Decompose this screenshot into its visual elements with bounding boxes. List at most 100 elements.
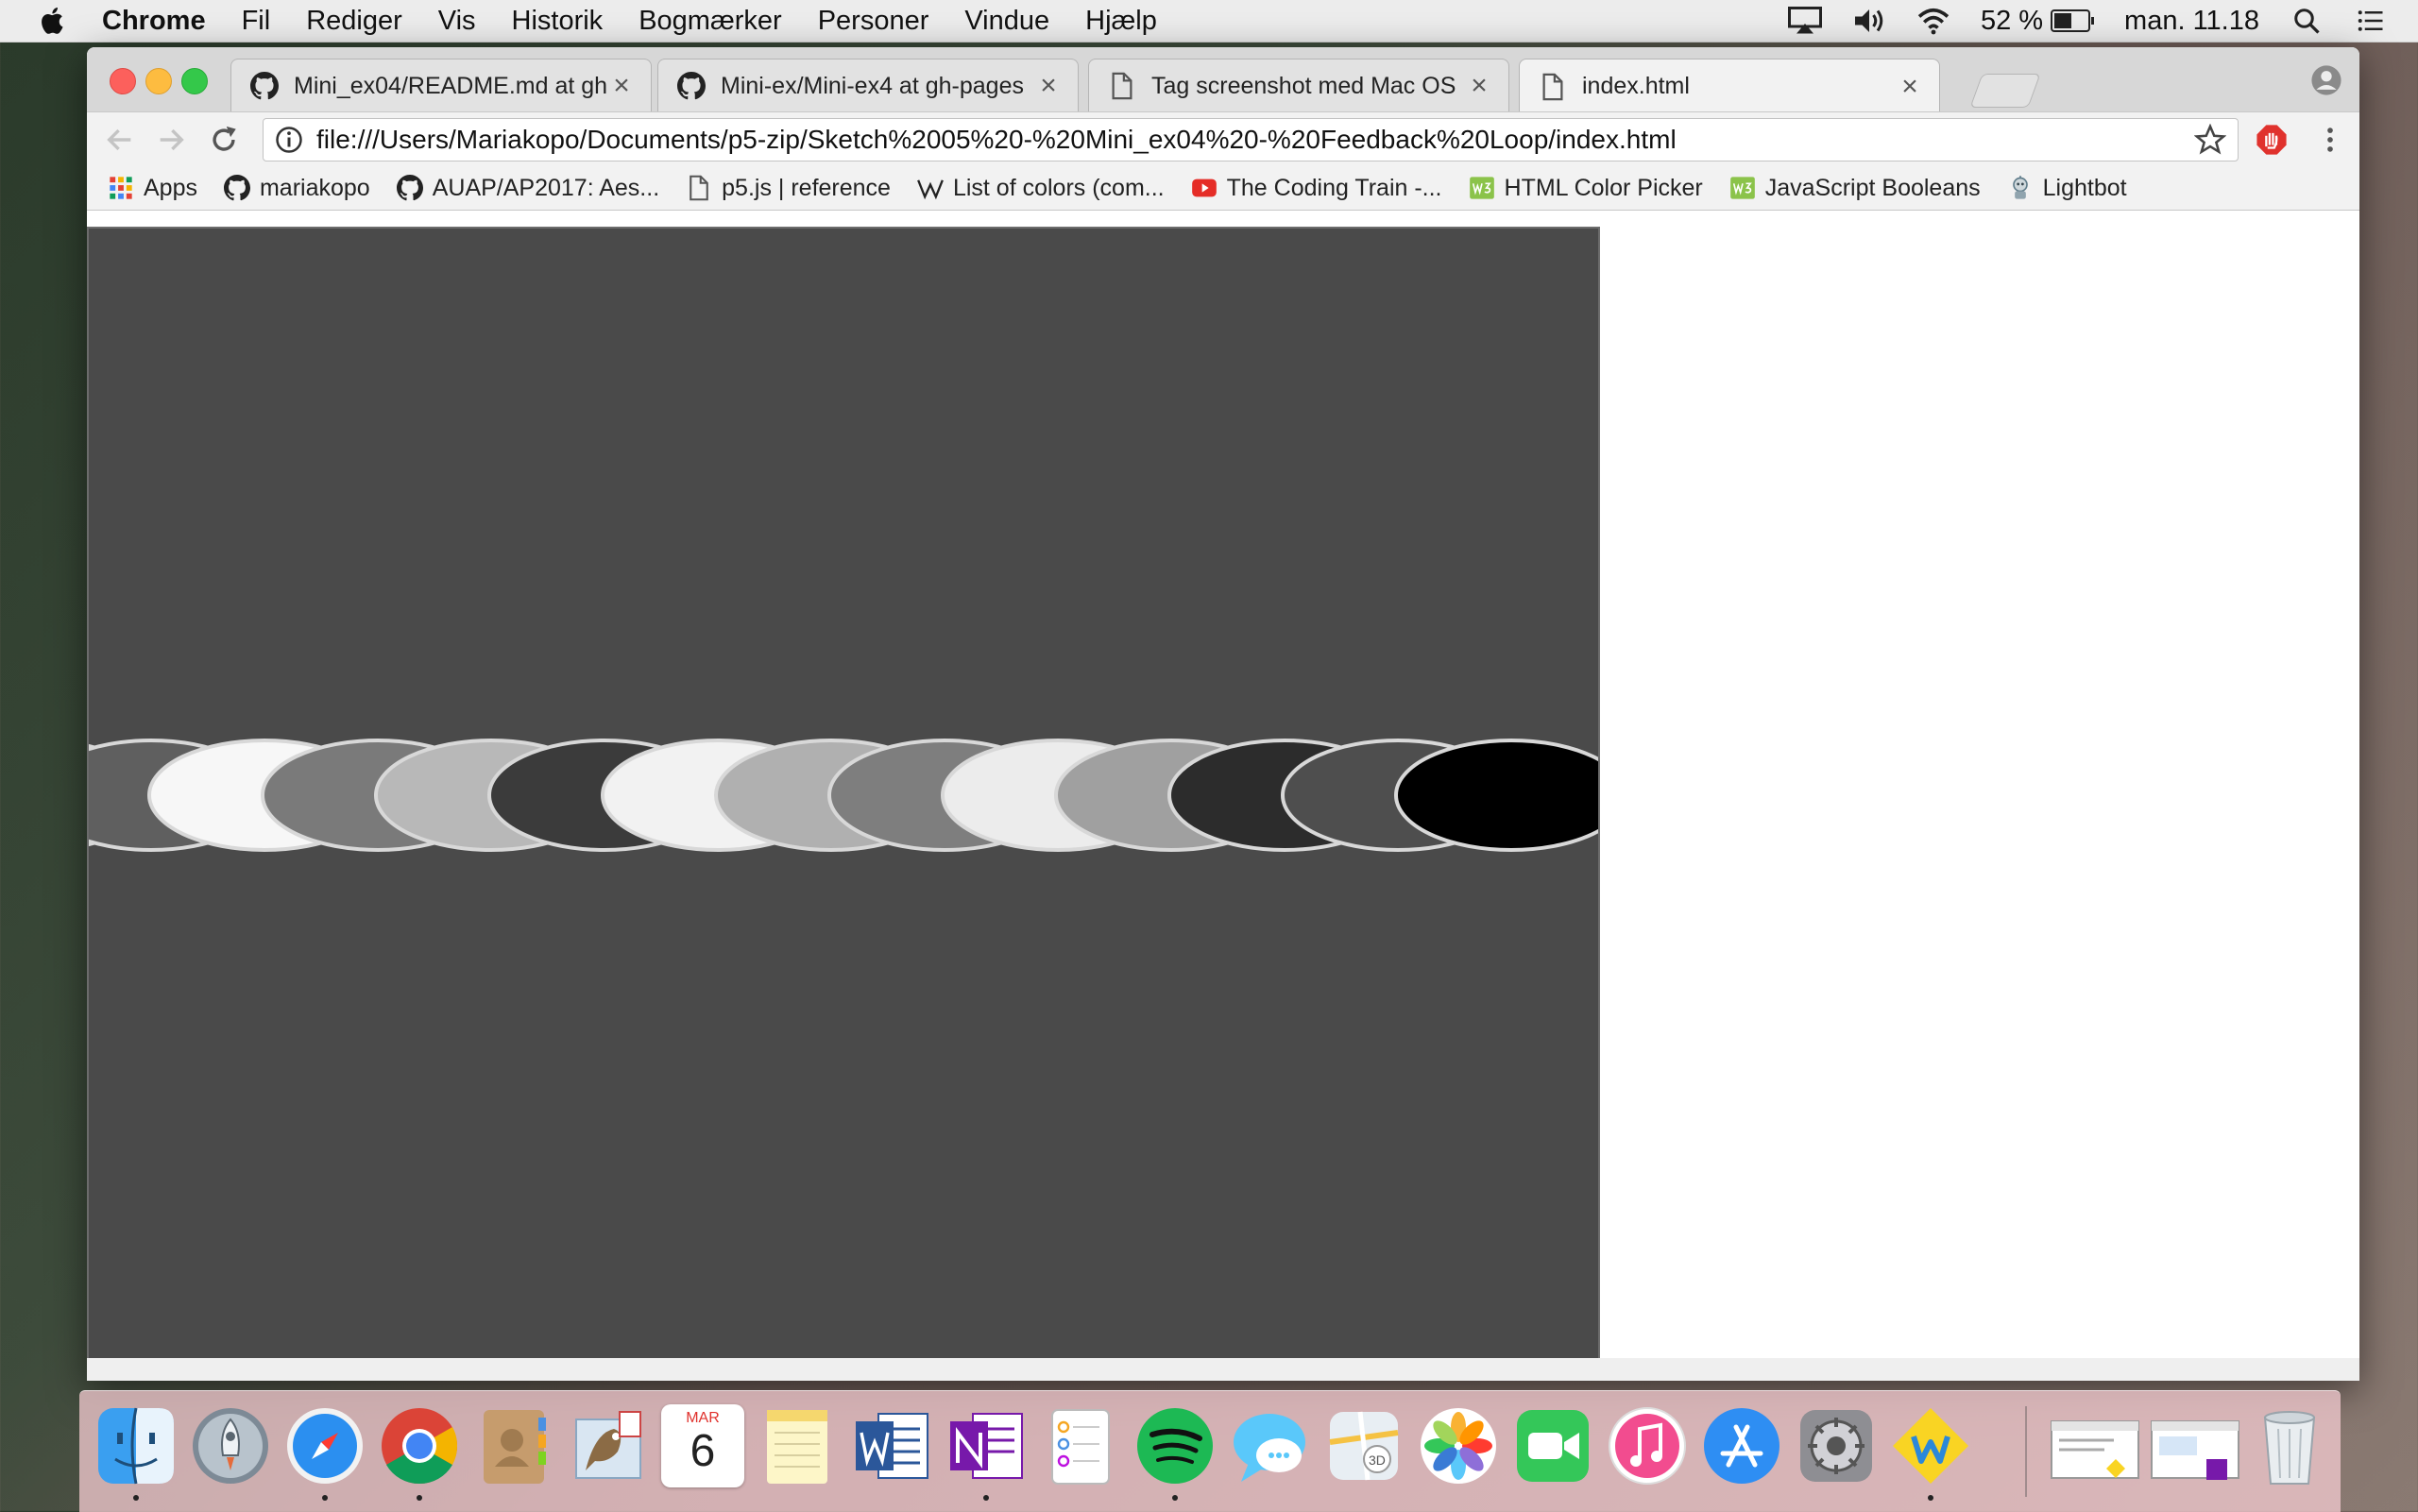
tab-readme[interactable]: Mini_ex04/README.md at gh-p ×	[230, 59, 652, 112]
bookmark-label: JavaScript Booleans	[1764, 174, 1981, 201]
p5-canvas[interactable]	[87, 227, 1600, 1362]
mail-icon[interactable]	[567, 1404, 650, 1487]
bookmark-list-of-colors[interactable]: List of colors (com...	[917, 175, 1165, 202]
tab-title: Mini_ex04/README.md at gh-p	[294, 72, 607, 99]
menu-historik[interactable]: Historik	[512, 6, 604, 37]
apple-icon[interactable]	[36, 4, 70, 38]
volume-icon[interactable]	[1852, 7, 1886, 35]
address-bar[interactable]: file:///Users/Mariakopo/Documents/p5-zip…	[263, 118, 2239, 161]
bookmark-label: List of colors (com...	[952, 174, 1165, 201]
tab-close-icon[interactable]: ×	[1465, 70, 1493, 102]
calendar-month: MAR	[686, 1410, 720, 1426]
wikipedia-icon	[917, 179, 944, 200]
calendar-icon[interactable]: MAR 6	[661, 1404, 744, 1487]
maps-icon[interactable]: 3D	[1322, 1404, 1405, 1487]
minimized-window-thumbnail-icon[interactable]	[2048, 1404, 2142, 1487]
bookmark-coding-train[interactable]: The Coding Train -...	[1191, 175, 1442, 202]
app-store-icon[interactable]	[1700, 1404, 1783, 1487]
menu-vindue[interactable]: Vindue	[964, 6, 1049, 37]
dock-separator	[2025, 1406, 2027, 1497]
notification-center-icon[interactable]	[2354, 7, 2388, 35]
apps-grid-icon	[110, 177, 132, 199]
tab-mini-ex4[interactable]: Mini-ex/Mini-ex4 at gh-pages ×	[657, 59, 1079, 112]
onenote-icon[interactable]	[945, 1404, 1028, 1487]
menu-app-name[interactable]: Chrome	[102, 6, 206, 37]
window-minimize-button[interactable]	[145, 68, 172, 94]
bookmark-mariakopo[interactable]: mariakopo	[223, 174, 370, 202]
airplay-icon[interactable]	[1787, 7, 1822, 35]
word-icon[interactable]	[850, 1404, 933, 1487]
menu-fil[interactable]: Fil	[242, 6, 271, 37]
tab-close-icon[interactable]: ×	[607, 70, 636, 102]
page-info-icon[interactable]	[275, 126, 303, 154]
finder-icon[interactable]	[94, 1404, 178, 1487]
menu-kebab-icon[interactable]	[2314, 124, 2346, 156]
running-indicator	[133, 1495, 139, 1501]
bookmark-auap[interactable]: AUAP/AP2017: Aes...	[396, 174, 660, 202]
menu-personer[interactable]: Personer	[818, 6, 929, 37]
menu-hjaelp[interactable]: Hjælp	[1085, 6, 1157, 37]
reminders-icon[interactable]	[1039, 1404, 1122, 1487]
sketch-drawing	[89, 739, 1598, 852]
github-icon	[223, 175, 250, 201]
battery-status[interactable]: 52 %	[1980, 5, 2095, 37]
minimized-onenote-window-icon[interactable]	[2148, 1404, 2242, 1487]
document-icon	[690, 175, 708, 201]
menu-vis[interactable]: Vis	[438, 6, 476, 37]
menu-bogmaerker[interactable]: Bogmærker	[639, 6, 782, 37]
robot-icon	[2012, 176, 2028, 199]
safari-icon[interactable]	[283, 1404, 366, 1487]
running-indicator	[1172, 1495, 1178, 1501]
page-viewport	[87, 227, 2359, 1381]
battery-percent: 52 %	[1980, 5, 2044, 36]
reload-icon[interactable]	[208, 124, 240, 156]
running-indicator	[322, 1495, 328, 1501]
youtube-icon	[1191, 178, 1217, 197]
profile-icon[interactable]	[2310, 64, 2342, 96]
window-close-button[interactable]	[110, 68, 136, 94]
messages-icon[interactable]	[1228, 1404, 1311, 1487]
wunderlist-icon[interactable]	[1889, 1404, 1972, 1487]
tab-strip: Mini_ex04/README.md at gh-p × Mini-ex/Mi…	[87, 47, 2359, 113]
facetime-icon[interactable]	[1511, 1404, 1594, 1487]
menu-bar: Chrome Fil Rediger Vis Historik Bogmærke…	[0, 0, 2418, 42]
bookmark-label: Apps	[144, 174, 197, 201]
tab-close-icon[interactable]: ×	[1896, 71, 1924, 103]
browser-toolbar: file:///Users/Mariakopo/Documents/p5-zip…	[87, 111, 2359, 167]
bookmark-label: HTML Color Picker	[1504, 174, 1703, 201]
chrome-icon[interactable]	[378, 1404, 461, 1487]
bookmark-star-icon[interactable]	[2194, 124, 2226, 156]
window-zoom-button[interactable]	[181, 68, 208, 94]
forward-icon[interactable]	[155, 124, 187, 156]
system-preferences-icon[interactable]	[1795, 1404, 1878, 1487]
menubar-clock[interactable]: man. 11.18	[2124, 6, 2259, 37]
tab-index-html[interactable]: index.html ×	[1519, 59, 1940, 113]
photos-icon[interactable]	[1417, 1404, 1500, 1487]
wifi-icon[interactable]	[1916, 7, 1950, 35]
bookmark-p5js-reference[interactable]: p5.js | reference	[686, 175, 891, 202]
itunes-icon[interactable]	[1606, 1404, 1689, 1487]
menu-rediger[interactable]: Rediger	[306, 6, 402, 37]
spotlight-search-icon[interactable]	[2290, 7, 2324, 35]
notes-icon[interactable]	[756, 1404, 839, 1487]
bookmark-label: The Coding Train -...	[1226, 174, 1442, 201]
trash-icon[interactable]	[2248, 1404, 2331, 1487]
w3schools-icon	[1729, 177, 1755, 199]
bookmark-label: mariakopo	[259, 174, 370, 201]
bookmark-javascript-booleans[interactable]: JavaScript Booleans	[1729, 175, 1981, 202]
bookmark-html-color-picker[interactable]: HTML Color Picker	[1469, 175, 1703, 202]
launchpad-icon[interactable]	[189, 1404, 272, 1487]
tab-screenshot[interactable]: Tag screenshot med Mac OS ×	[1088, 59, 1509, 112]
running-indicator	[1928, 1495, 1933, 1501]
url-text[interactable]: file:///Users/Mariakopo/Documents/p5-zip…	[316, 125, 2194, 155]
bookmark-lightbot[interactable]: Lightbot	[2007, 175, 2127, 202]
extension-stop-icon[interactable]	[2256, 124, 2288, 156]
contacts-icon[interactable]	[472, 1404, 555, 1487]
bookmark-apps[interactable]: Apps	[108, 175, 197, 202]
spotify-icon[interactable]	[1133, 1404, 1217, 1487]
github-icon	[677, 72, 706, 100]
new-tab-button[interactable]	[1969, 74, 2041, 108]
tab-close-icon[interactable]: ×	[1034, 70, 1063, 102]
back-icon[interactable]	[104, 124, 136, 156]
bookmark-label: AUAP/AP2017: Aes...	[432, 174, 660, 201]
